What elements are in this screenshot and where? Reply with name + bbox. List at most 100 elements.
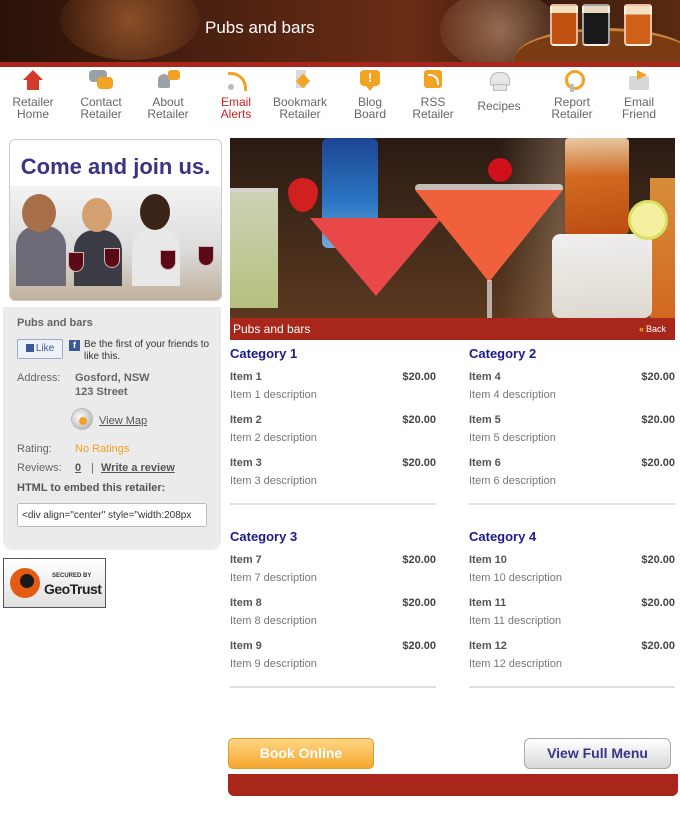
nav-about-retailer[interactable]: About Retailer: [136, 70, 200, 120]
nav-label: Blog Board: [353, 95, 387, 121]
item-price: $20.00: [641, 371, 675, 383]
category-divider: [469, 686, 675, 688]
address-label: Address:: [17, 372, 61, 384]
item-price: $20.00: [641, 554, 675, 566]
menu-item: Item 12 $20.00 Item 12 description: [469, 637, 675, 680]
promo-photo: [10, 186, 221, 300]
person-head: [22, 194, 56, 232]
geotrust-name: GeoTrust: [44, 581, 102, 597]
item-description: Item 4 description: [469, 389, 556, 401]
wine-glass: [160, 250, 176, 270]
retailer-nav: Retailer Home Contact Retailer About Retail…: [0, 68, 680, 132]
item-name: Item 10: [469, 554, 507, 566]
menu-item: Item 2 $20.00 Item 2 description: [230, 411, 436, 454]
address-line2: 123 Street: [75, 386, 128, 398]
menu-item: Item 9 $20.00 Item 9 description: [230, 637, 436, 680]
contact-icon: [89, 70, 113, 92]
nav-label: Recipes: [477, 99, 521, 113]
wine-glass: [198, 246, 214, 266]
item-price: $20.00: [402, 640, 436, 652]
item-name: Item 8: [230, 597, 262, 609]
write-review-link[interactable]: Write a review: [101, 462, 175, 474]
item-name: Item 5: [469, 414, 501, 426]
book-online-button[interactable]: Book Online: [228, 738, 374, 769]
page-title: Pubs and bars: [205, 18, 315, 37]
nav-recipes[interactable]: Recipes: [467, 70, 531, 112]
embed-code-field[interactable]: [17, 503, 207, 527]
nav-rss-retailer[interactable]: RSS Retailer: [401, 70, 465, 120]
item-description: Item 11 description: [469, 615, 562, 627]
item-name: Item 9: [230, 640, 262, 652]
nav-label: Email Alerts: [220, 95, 252, 121]
item-description: Item 5 description: [469, 432, 556, 444]
nav-report-retailer[interactable]: Report Retailer: [540, 70, 604, 120]
geotrust-seal[interactable]: SECURED BY GeoTrust: [3, 558, 106, 608]
promo-title: Come and join us.: [20, 154, 211, 179]
item-description: Item 12 description: [469, 658, 562, 670]
menu-item: Item 1 $20.00 Item 1 description: [230, 368, 436, 411]
item-name: Item 7: [230, 554, 262, 566]
menu-category: Category 4 Item 10 $20.00 Item 10 descri…: [469, 529, 675, 688]
category-title: Category 1: [230, 346, 298, 361]
nav-bookmark-retailer[interactable]: Bookmark Retailer: [268, 70, 332, 120]
item-description: Item 1 description: [230, 389, 317, 401]
reviews-count-link[interactable]: 0: [75, 462, 81, 474]
menu-item: Item 11 $20.00 Item 11 description: [469, 594, 675, 637]
nav-retailer-home[interactable]: Retailer Home: [1, 70, 65, 120]
person-body: [16, 226, 66, 286]
facebook-like-button[interactable]: Like: [17, 339, 63, 359]
menu-item: Item 5 $20.00 Item 5 description: [469, 411, 675, 454]
promo-banner[interactable]: Come and join us.: [9, 139, 222, 301]
nav-email-friend[interactable]: Email Friend: [607, 70, 671, 120]
cocktail-glass: [650, 178, 675, 318]
cocktail-glass: [565, 138, 629, 234]
view-full-menu-button[interactable]: View Full Menu: [524, 738, 671, 769]
business-name: Pubs and bars: [17, 317, 93, 329]
item-price: $20.00: [402, 554, 436, 566]
item-name: Item 4: [469, 371, 501, 383]
blog-icon: [358, 70, 382, 92]
item-name: Item 11: [469, 597, 507, 609]
category-divider: [469, 503, 675, 505]
wine-glass: [104, 248, 120, 268]
nav-label: Bookmark Retailer: [272, 95, 328, 121]
item-price: $20.00: [641, 457, 675, 469]
report-icon: [560, 70, 585, 92]
nav-blog-board[interactable]: BlogBoard: [338, 70, 402, 120]
footer-bar: [228, 774, 678, 796]
person-head: [140, 194, 170, 230]
nav-contact-retailer[interactable]: Contact Retailer: [69, 70, 133, 120]
menu-item: Item 3 $20.00 Item 3 description: [230, 454, 436, 497]
hero-image: [230, 138, 675, 318]
cocktail-glass: [552, 234, 652, 318]
beer-glass: [582, 4, 610, 46]
view-map-link[interactable]: View Map: [99, 415, 147, 427]
nav-label: About Retailer: [147, 95, 189, 121]
martini-glass: [415, 190, 563, 282]
bookmark-icon: [288, 70, 312, 92]
category-title: Category 4: [469, 529, 537, 544]
nav-label: RSS Retailer: [412, 95, 454, 121]
hero-caption-bar: Pubs and bars «Back: [230, 318, 675, 340]
item-name: Item 12: [469, 640, 507, 652]
cocktail-glass: [230, 188, 278, 308]
banner-light: [60, 0, 200, 60]
recipes-icon: [487, 70, 511, 92]
person-head: [82, 198, 112, 232]
item-name: Item 3: [230, 457, 262, 469]
nav-email-alerts[interactable]: Email Alerts: [204, 70, 268, 120]
nav-label: Retailer Home: [12, 95, 54, 121]
reviews-label: Reviews:: [17, 462, 62, 474]
nav-label: Contact Retailer: [80, 95, 122, 121]
category-title: Category 3: [230, 529, 298, 544]
reviews-separator: |: [91, 462, 94, 474]
category-title: Category 2: [469, 346, 537, 361]
item-price: $20.00: [641, 414, 675, 426]
email-friend-icon: [627, 70, 651, 92]
item-description: Item 7 description: [230, 572, 317, 584]
menu-item: Item 8 $20.00 Item 8 description: [230, 594, 436, 637]
back-link[interactable]: «Back: [639, 324, 666, 334]
facebook-icon: f: [69, 340, 80, 351]
globe-icon[interactable]: [71, 408, 93, 430]
embed-label: HTML to embed this retailer:: [17, 482, 166, 494]
